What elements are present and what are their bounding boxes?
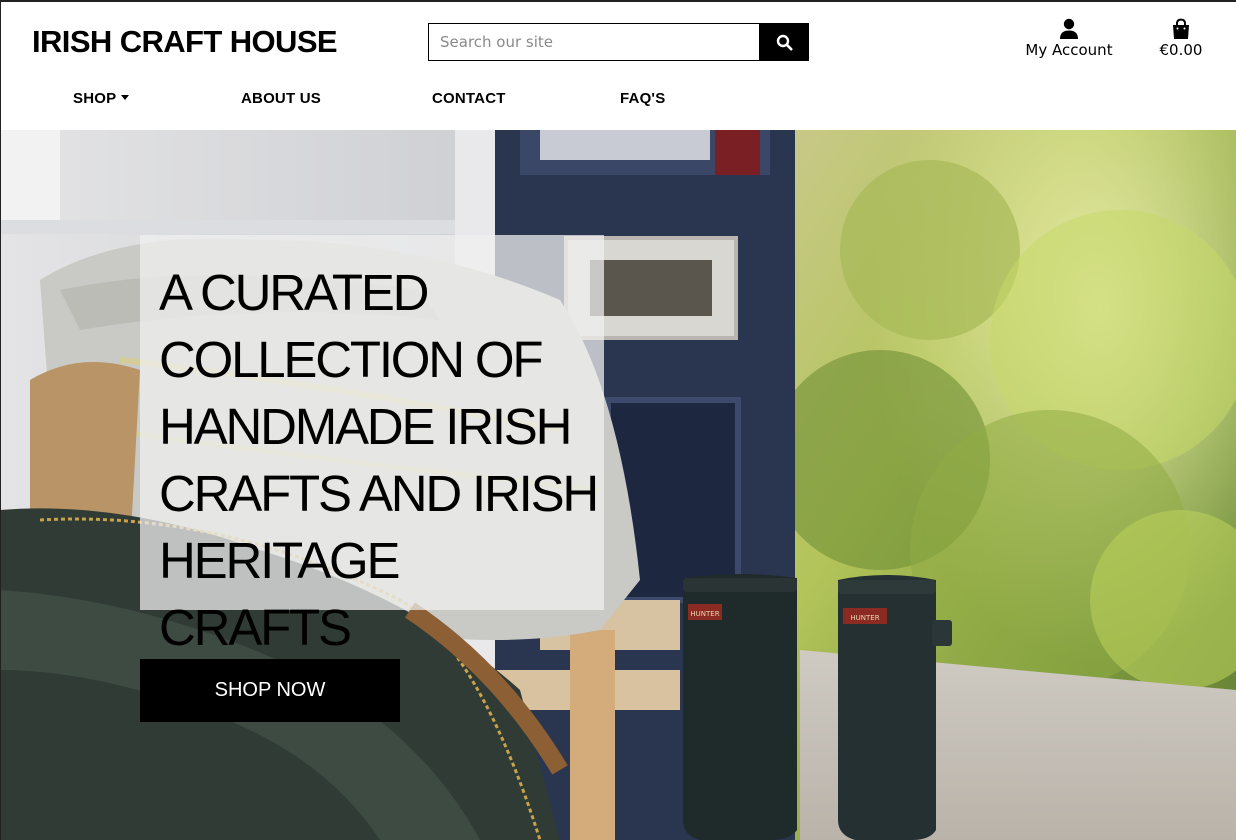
shopping-bag-icon <box>1173 18 1189 39</box>
nav-shop-label: SHOP <box>73 90 117 107</box>
cart-total: €0.00 <box>1159 41 1203 59</box>
hero-headline: A CURATED COLLECTION OF HANDMADE IRISH C… <box>159 264 599 656</box>
nav-faqs[interactable]: FAQ'S <box>620 90 665 107</box>
hero-banner: HUNTER HUNTER A CURATED COLLECTION OF HA… <box>0 130 1236 840</box>
search-button[interactable] <box>759 23 809 61</box>
nav-about-us[interactable]: ABOUT US <box>241 90 321 107</box>
my-account-label: My Account <box>1025 41 1113 59</box>
search-form <box>428 23 809 61</box>
chevron-down-icon <box>121 94 130 100</box>
left-border <box>0 0 1 840</box>
boot-brand-label-right: HUNTER <box>850 614 879 622</box>
boot-brand-label-left: HUNTER <box>690 610 719 618</box>
shop-now-button[interactable]: SHOP NOW <box>140 659 400 722</box>
search-input[interactable] <box>428 23 760 61</box>
hero-headline-panel: A CURATED COLLECTION OF HANDMADE IRISH C… <box>140 235 604 656</box>
cart-link[interactable]: €0.00 <box>1148 18 1214 59</box>
site-logo[interactable]: IRISH CRAFT HOUSE <box>32 24 338 60</box>
user-icon <box>1060 18 1078 39</box>
main-nav: SHOP ABOUT US CONTACT FAQ'S <box>0 90 1236 114</box>
site-header: IRISH CRAFT HOUSE My Account €0.00 SHOP … <box>0 2 1236 130</box>
my-account-link[interactable]: My Account <box>1018 18 1120 59</box>
nav-shop[interactable]: SHOP <box>73 90 130 107</box>
search-icon <box>776 34 792 50</box>
nav-contact[interactable]: CONTACT <box>432 90 506 107</box>
